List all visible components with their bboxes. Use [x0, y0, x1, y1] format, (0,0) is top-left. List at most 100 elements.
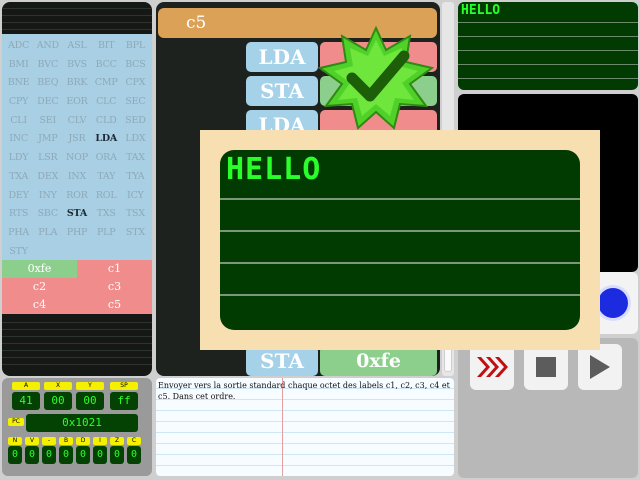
opcode-tya[interactable]: TYA: [121, 168, 150, 187]
opcode-sei[interactable]: SEI: [33, 112, 62, 131]
success-check-icon: [318, 26, 434, 130]
register-value-y: 00: [76, 392, 104, 410]
opcode-cpy[interactable]: CPY: [4, 93, 33, 112]
opcode-pha[interactable]: PHA: [4, 224, 33, 243]
opcode-cld[interactable]: CLD: [92, 112, 121, 131]
opcode-clv[interactable]: CLV: [62, 112, 91, 131]
opcode-tsx[interactable]: TSX: [121, 205, 150, 224]
opcode-grid: ADC AND ASL BIT BPL BMI BVC BVS BCC BCS BNE BEQ BRK C…: [2, 34, 152, 260]
opcode-adc[interactable]: ADC: [4, 37, 33, 56]
palette-top-stripes: [2, 2, 152, 30]
opcode-cpx[interactable]: CPX: [121, 74, 150, 93]
opcode-beq[interactable]: BEQ: [33, 74, 62, 93]
opcode-cli[interactable]: CLI: [4, 112, 33, 131]
label-c3[interactable]: c3: [77, 278, 152, 296]
opcode-sed[interactable]: SED: [121, 112, 150, 131]
output-screen-preview: HELLO: [458, 2, 638, 90]
opcode-plp[interactable]: PLP: [92, 224, 121, 243]
screen-line: [220, 198, 580, 200]
output-popup[interactable]: HELLO: [200, 130, 600, 350]
execution-controls: [458, 338, 638, 478]
opcode-clc[interactable]: CLC: [92, 93, 121, 112]
opcode-ror[interactable]: ROR: [62, 187, 91, 206]
opcode-bne[interactable]: BNE: [4, 74, 33, 93]
opcode-dec[interactable]: DEC: [33, 93, 62, 112]
opcode-eor[interactable]: EOR: [62, 93, 91, 112]
opcode-sta[interactable]: STA: [62, 205, 91, 224]
opcode-sbc[interactable]: SBC: [33, 205, 62, 224]
opcode-dex[interactable]: DEX: [33, 168, 62, 187]
register-label-a: A: [12, 382, 40, 390]
instruction-palette: ADC AND ASL BIT BPL BMI BVC BVS BCC BCS BNE BEQ BRK C…: [2, 2, 152, 376]
instruction-lda[interactable]: LDA: [246, 42, 318, 72]
flag-label: -: [42, 437, 56, 445]
opcode-jmp[interactable]: JMP: [33, 130, 62, 149]
opcode-stx[interactable]: STX: [121, 224, 150, 243]
opcode-iny[interactable]: INY: [33, 187, 62, 206]
flag-value: 0: [8, 446, 22, 464]
opcode-bpl[interactable]: BPL: [121, 37, 150, 56]
flag-value: 0: [76, 446, 90, 464]
input-indicator-dot[interactable]: [598, 288, 628, 318]
fast-forward-button[interactable]: [470, 344, 514, 390]
opcode-lda[interactable]: LDA: [92, 130, 121, 149]
code-row[interactable]: STA 0xfe: [246, 346, 438, 376]
opcode-ldx[interactable]: LDX: [121, 130, 150, 149]
opcode-rol[interactable]: ROL: [92, 187, 121, 206]
opcode-txa[interactable]: TXA: [4, 168, 33, 187]
flag-value: 0: [127, 446, 141, 464]
opcode-bcc[interactable]: BCC: [92, 56, 121, 75]
register-value-a: 41: [12, 392, 40, 410]
opcode-bcs[interactable]: BCS: [121, 56, 150, 75]
flag-value: 0: [93, 446, 107, 464]
opcode-dey[interactable]: DEY: [4, 187, 33, 206]
instructions-notebook: Envoyer vers la sortie standard chaque o…: [156, 378, 454, 476]
opcode-lsr[interactable]: LSR: [33, 149, 62, 168]
flag-value: 0: [59, 446, 73, 464]
register-value-pc: 0x1021: [26, 414, 138, 432]
opcode-inx[interactable]: INX: [62, 168, 91, 187]
play-button[interactable]: [578, 344, 622, 390]
label-c4[interactable]: c4: [2, 296, 77, 314]
opcode-sec[interactable]: SEC: [121, 93, 150, 112]
opcode-cmp[interactable]: CMP: [92, 74, 121, 93]
opcode-ldy[interactable]: LDY: [4, 149, 33, 168]
opcode-bvc[interactable]: BVC: [33, 56, 62, 75]
opcode-rts[interactable]: RTS: [4, 205, 33, 224]
opcode-bmi[interactable]: BMI: [4, 56, 33, 75]
task-description: Envoyer vers la sortie standard chaque o…: [158, 381, 450, 401]
opcode-tay[interactable]: TAY: [92, 168, 121, 187]
flag-label: I: [93, 437, 107, 445]
flag-value: 0: [25, 446, 39, 464]
flag-label: V: [25, 437, 39, 445]
flag-label: C: [127, 437, 141, 445]
opcode-bit[interactable]: BIT: [92, 37, 121, 56]
label-c1[interactable]: c1: [77, 260, 152, 278]
opcode-php[interactable]: PHP: [62, 224, 91, 243]
opcode-nop[interactable]: NOP: [62, 149, 91, 168]
opcode-bvs[interactable]: BVS: [62, 56, 91, 75]
opcode-txs[interactable]: TXS: [92, 205, 121, 224]
opcode-icy[interactable]: ICY: [121, 187, 150, 206]
label-0xfe[interactable]: 0xfe: [2, 260, 77, 278]
register-label-pc: PC: [8, 418, 24, 426]
flag-value: 0: [110, 446, 124, 464]
opcode-jsr[interactable]: JSR: [62, 130, 91, 149]
opcode-sty[interactable]: STY: [4, 243, 33, 262]
label-c2[interactable]: c2: [2, 278, 77, 296]
opcode-brk[interactable]: BRK: [62, 74, 91, 93]
argument-slot[interactable]: 0xfe: [320, 346, 437, 376]
opcode-asl[interactable]: ASL: [62, 37, 91, 56]
instruction-sta[interactable]: STA: [246, 346, 318, 376]
stop-icon: [536, 357, 556, 377]
instruction-sta[interactable]: STA: [246, 76, 318, 106]
opcode-ora[interactable]: ORA: [92, 149, 121, 168]
opcode-and[interactable]: AND: [33, 37, 62, 56]
opcode-tax[interactable]: TAX: [121, 149, 150, 168]
play-icon: [590, 355, 610, 379]
fast-forward-icon: [477, 357, 508, 377]
label-c5[interactable]: c5: [77, 296, 152, 314]
opcode-inc[interactable]: INC: [4, 130, 33, 149]
opcode-pla[interactable]: PLA: [33, 224, 62, 243]
stop-button[interactable]: [524, 344, 568, 390]
